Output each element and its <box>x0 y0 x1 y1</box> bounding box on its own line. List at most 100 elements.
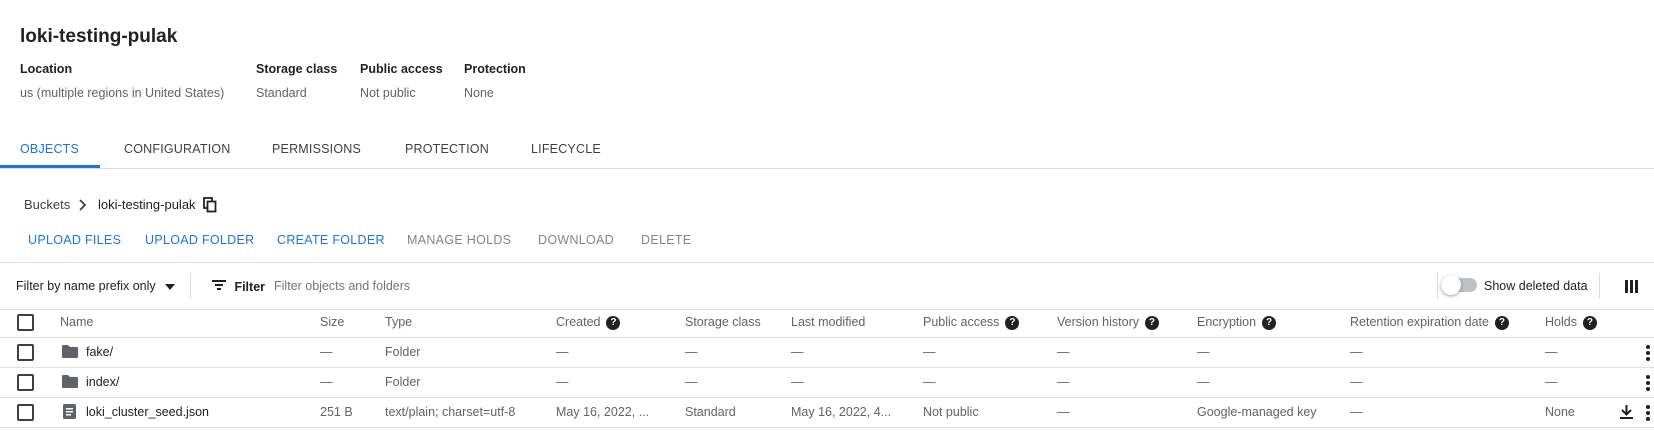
help-icon[interactable]: ? <box>1144 315 1159 330</box>
show-deleted-label: Show deleted data <box>1484 279 1588 293</box>
filter-input[interactable] <box>272 274 696 298</box>
column-header-size[interactable]: Size <box>320 315 344 329</box>
column-header-type[interactable]: Type <box>385 315 412 329</box>
select-all-checkbox[interactable] <box>17 314 34 331</box>
column-header-holds[interactable]: Holds? <box>1545 315 1597 330</box>
download-icon[interactable] <box>1620 405 1633 424</box>
toggle-knob <box>1441 275 1461 295</box>
copy-icon[interactable] <box>203 197 217 218</box>
size-cell: — <box>320 345 333 359</box>
object-name-link[interactable]: index/ <box>86 375 119 389</box>
help-icon[interactable]: ? <box>1262 315 1277 330</box>
column-display-icon[interactable] <box>1625 280 1639 298</box>
size-cell: 251 B <box>320 405 353 419</box>
created-cell: — <box>556 345 569 359</box>
chevron-right-icon <box>78 198 88 216</box>
storage-class-cell: Standard <box>685 405 736 419</box>
object-name-link[interactable]: loki_cluster_seed.json <box>86 405 209 419</box>
type-cell: text/plain; charset=utf-8 <box>385 405 516 419</box>
filter-button[interactable]: Filter <box>212 278 265 296</box>
created-cell: May 16, 2022, ... <box>556 405 650 419</box>
download-button[interactable]: DOWNLOAD <box>538 233 614 247</box>
breadcrumb-current: loki-testing-pulak <box>98 197 196 212</box>
storage-class-label: Storage class <box>256 62 338 76</box>
show-deleted-toggle[interactable] <box>1441 275 1477 295</box>
filter-mode-label: Filter by name prefix only <box>16 279 156 293</box>
tab-permissions[interactable]: PERMISSIONS <box>272 142 361 156</box>
column-header-created[interactable]: Created? <box>556 315 621 330</box>
tab-protection[interactable]: PROTECTION <box>405 142 489 156</box>
location-label: Location <box>20 62 73 76</box>
public-access-label: Public access <box>360 62 443 76</box>
delete-button[interactable]: DELETE <box>641 233 691 247</box>
active-tab-indicator <box>0 165 100 168</box>
protection-value: None <box>464 86 494 100</box>
filter-mode-select[interactable]: Filter by name prefix only <box>16 279 176 293</box>
tab-lifecycle[interactable]: LIFECYCLE <box>531 142 601 156</box>
retention-cell: — <box>1350 345 1363 359</box>
create-folder-button[interactable]: CREATE FOLDER <box>277 233 385 247</box>
table-row[interactable]: index/ — Folder — — — — — — — — <box>0 367 1654 398</box>
column-header-encryption[interactable]: Encryption? <box>1197 315 1277 330</box>
public-access-header-label: Public access <box>923 315 1000 329</box>
filter-button-label: Filter <box>234 280 266 294</box>
row-checkbox[interactable] <box>17 404 34 421</box>
breadcrumb-buckets[interactable]: Buckets <box>24 197 70 212</box>
column-header-last-modified[interactable]: Last modified <box>791 315 865 329</box>
column-header-public-access[interactable]: Public access? <box>923 315 1020 330</box>
manage-holds-button[interactable]: MANAGE HOLDS <box>407 233 511 247</box>
created-header-label: Created <box>556 315 601 329</box>
table-row[interactable]: loki_cluster_seed.json 251 B text/plain;… <box>0 397 1654 428</box>
tab-objects[interactable]: OBJECTS <box>20 142 79 156</box>
type-cell: Folder <box>385 345 421 359</box>
upload-files-button[interactable]: UPLOAD FILES <box>28 233 121 247</box>
column-header-storage-class[interactable]: Storage class <box>685 315 761 329</box>
version-history-cell: — <box>1057 345 1070 359</box>
protection-label: Protection <box>464 62 526 76</box>
tab-configuration[interactable]: CONFIGURATION <box>124 142 231 156</box>
encryption-header-label: Encryption <box>1197 315 1257 329</box>
help-icon[interactable]: ? <box>1494 315 1509 330</box>
holds-cell: — <box>1545 375 1558 389</box>
filter-list-icon <box>212 278 226 296</box>
column-header-retention[interactable]: Retention expiration date? <box>1350 315 1509 330</box>
column-header-version-history[interactable]: Version history? <box>1057 315 1159 330</box>
tab-bar: OBJECTS CONFIGURATION PERMISSIONS PROTEC… <box>0 124 1654 169</box>
more-vert-icon[interactable] <box>1646 345 1650 363</box>
retention-cell: — <box>1350 375 1363 389</box>
public-access-cell: Not public <box>923 405 979 419</box>
toggle-divider <box>1437 273 1438 299</box>
table-row[interactable]: fake/ — Folder — — — — — — — — <box>0 337 1654 368</box>
help-icon[interactable]: ? <box>1582 315 1597 330</box>
columns-divider <box>1599 273 1600 299</box>
last-modified-cell: — <box>791 345 804 359</box>
storage-class-cell: — <box>685 345 698 359</box>
more-vert-icon[interactable] <box>1646 405 1650 423</box>
type-cell: Folder <box>385 375 421 389</box>
version-history-cell: — <box>1057 405 1070 419</box>
version-history-cell: — <box>1057 375 1070 389</box>
upload-folder-button[interactable]: UPLOAD FOLDER <box>145 233 254 247</box>
object-name-link[interactable]: fake/ <box>86 345 113 359</box>
encryption-cell: — <box>1197 375 1210 389</box>
row-checkbox[interactable] <box>17 344 34 361</box>
filter-bar: Filter by name prefix only Filter Show d… <box>0 262 1654 310</box>
encryption-cell: Google-managed key <box>1197 405 1317 419</box>
size-cell: — <box>320 375 333 389</box>
column-header-name[interactable]: Name <box>60 315 93 329</box>
file-icon <box>63 404 76 424</box>
retention-cell: — <box>1350 405 1363 419</box>
folder-icon <box>62 375 78 393</box>
row-checkbox[interactable] <box>17 374 34 391</box>
last-modified-cell: May 16, 2022, 4... <box>791 405 892 419</box>
public-access-value: Not public <box>360 86 416 100</box>
holds-header-label: Holds <box>1545 315 1577 329</box>
caret-down-icon <box>165 283 176 290</box>
more-vert-icon[interactable] <box>1646 375 1650 393</box>
storage-class-value: Standard <box>256 86 307 100</box>
version-history-header-label: Version history <box>1057 315 1139 329</box>
storage-class-cell: — <box>685 375 698 389</box>
help-icon[interactable]: ? <box>606 315 621 330</box>
last-modified-cell: — <box>791 375 804 389</box>
help-icon[interactable]: ? <box>1005 315 1020 330</box>
